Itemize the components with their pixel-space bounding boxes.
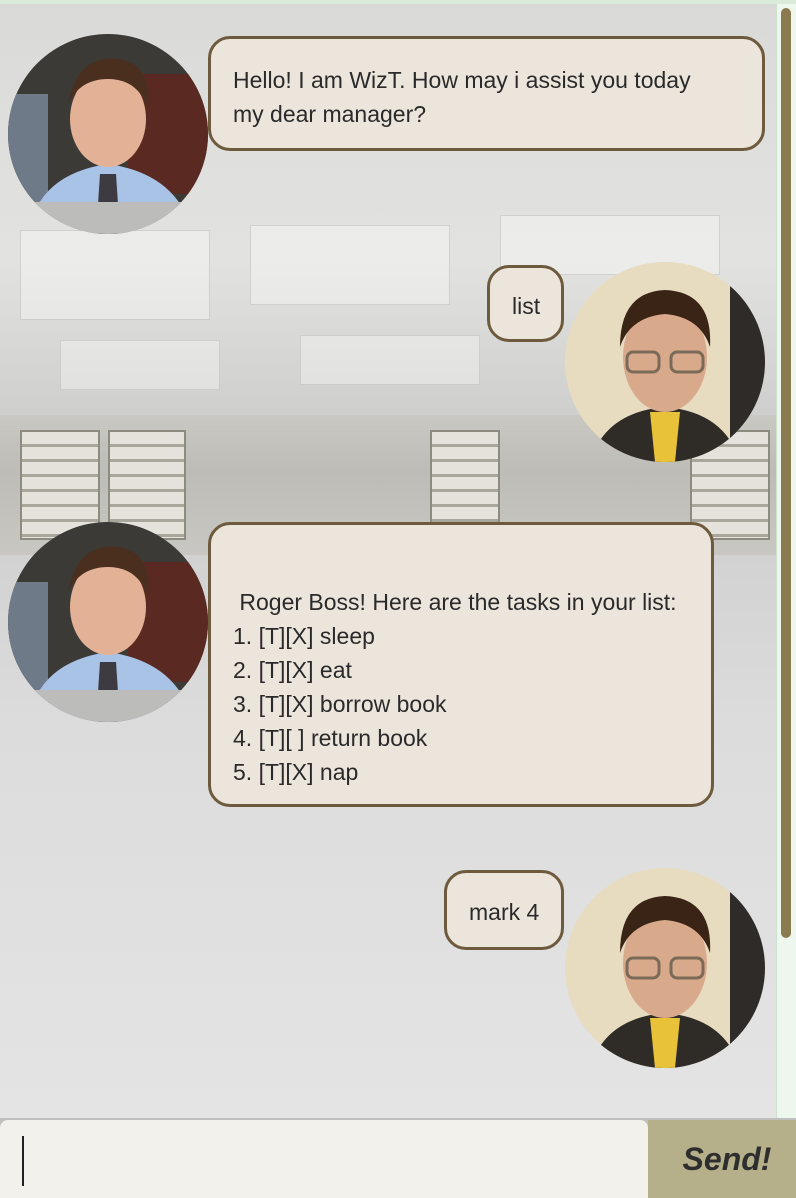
message-text-line: Roger Boss! Here are the tasks in your l… xyxy=(233,589,677,615)
message-text-line: mark 4 xyxy=(469,899,540,925)
bot-avatar xyxy=(8,34,208,234)
text-caret xyxy=(22,1136,24,1186)
user-avatar-icon xyxy=(565,262,765,462)
message-text-line: 4. [T][ ] return book xyxy=(233,725,428,751)
user-avatar-icon xyxy=(565,868,765,1068)
user-avatar xyxy=(565,262,765,462)
send-button[interactable]: Send! xyxy=(648,1120,796,1198)
message-text-line: Hello! I am WizT. How may i assist you t… xyxy=(233,67,691,93)
message-text-line: list xyxy=(512,293,541,319)
message-input[interactable] xyxy=(0,1120,648,1198)
scrollbar-thumb[interactable] xyxy=(781,8,791,938)
bot-avatar xyxy=(8,522,208,722)
user-message-bubble: mark 4 xyxy=(444,870,564,950)
message-text-line: 1. [T][X] sleep xyxy=(233,623,375,649)
bot-avatar-icon xyxy=(8,522,208,722)
bot-avatar-icon xyxy=(8,34,208,234)
user-message-bubble: list xyxy=(487,265,564,342)
chat-scrollbar[interactable] xyxy=(776,4,796,1118)
bot-message-bubble: Hello! I am WizT. How may i assist you t… xyxy=(208,36,765,151)
message-text-line: 2. [T][X] eat xyxy=(233,657,352,683)
message-text-line: 3. [T][X] borrow book xyxy=(233,691,447,717)
message-text-line: 5. [T][X] nap xyxy=(233,759,359,785)
message-text-line: my dear manager? xyxy=(233,101,427,127)
user-avatar xyxy=(565,868,765,1068)
bot-message-bubble: Roger Boss! Here are the tasks in your l… xyxy=(208,522,714,807)
